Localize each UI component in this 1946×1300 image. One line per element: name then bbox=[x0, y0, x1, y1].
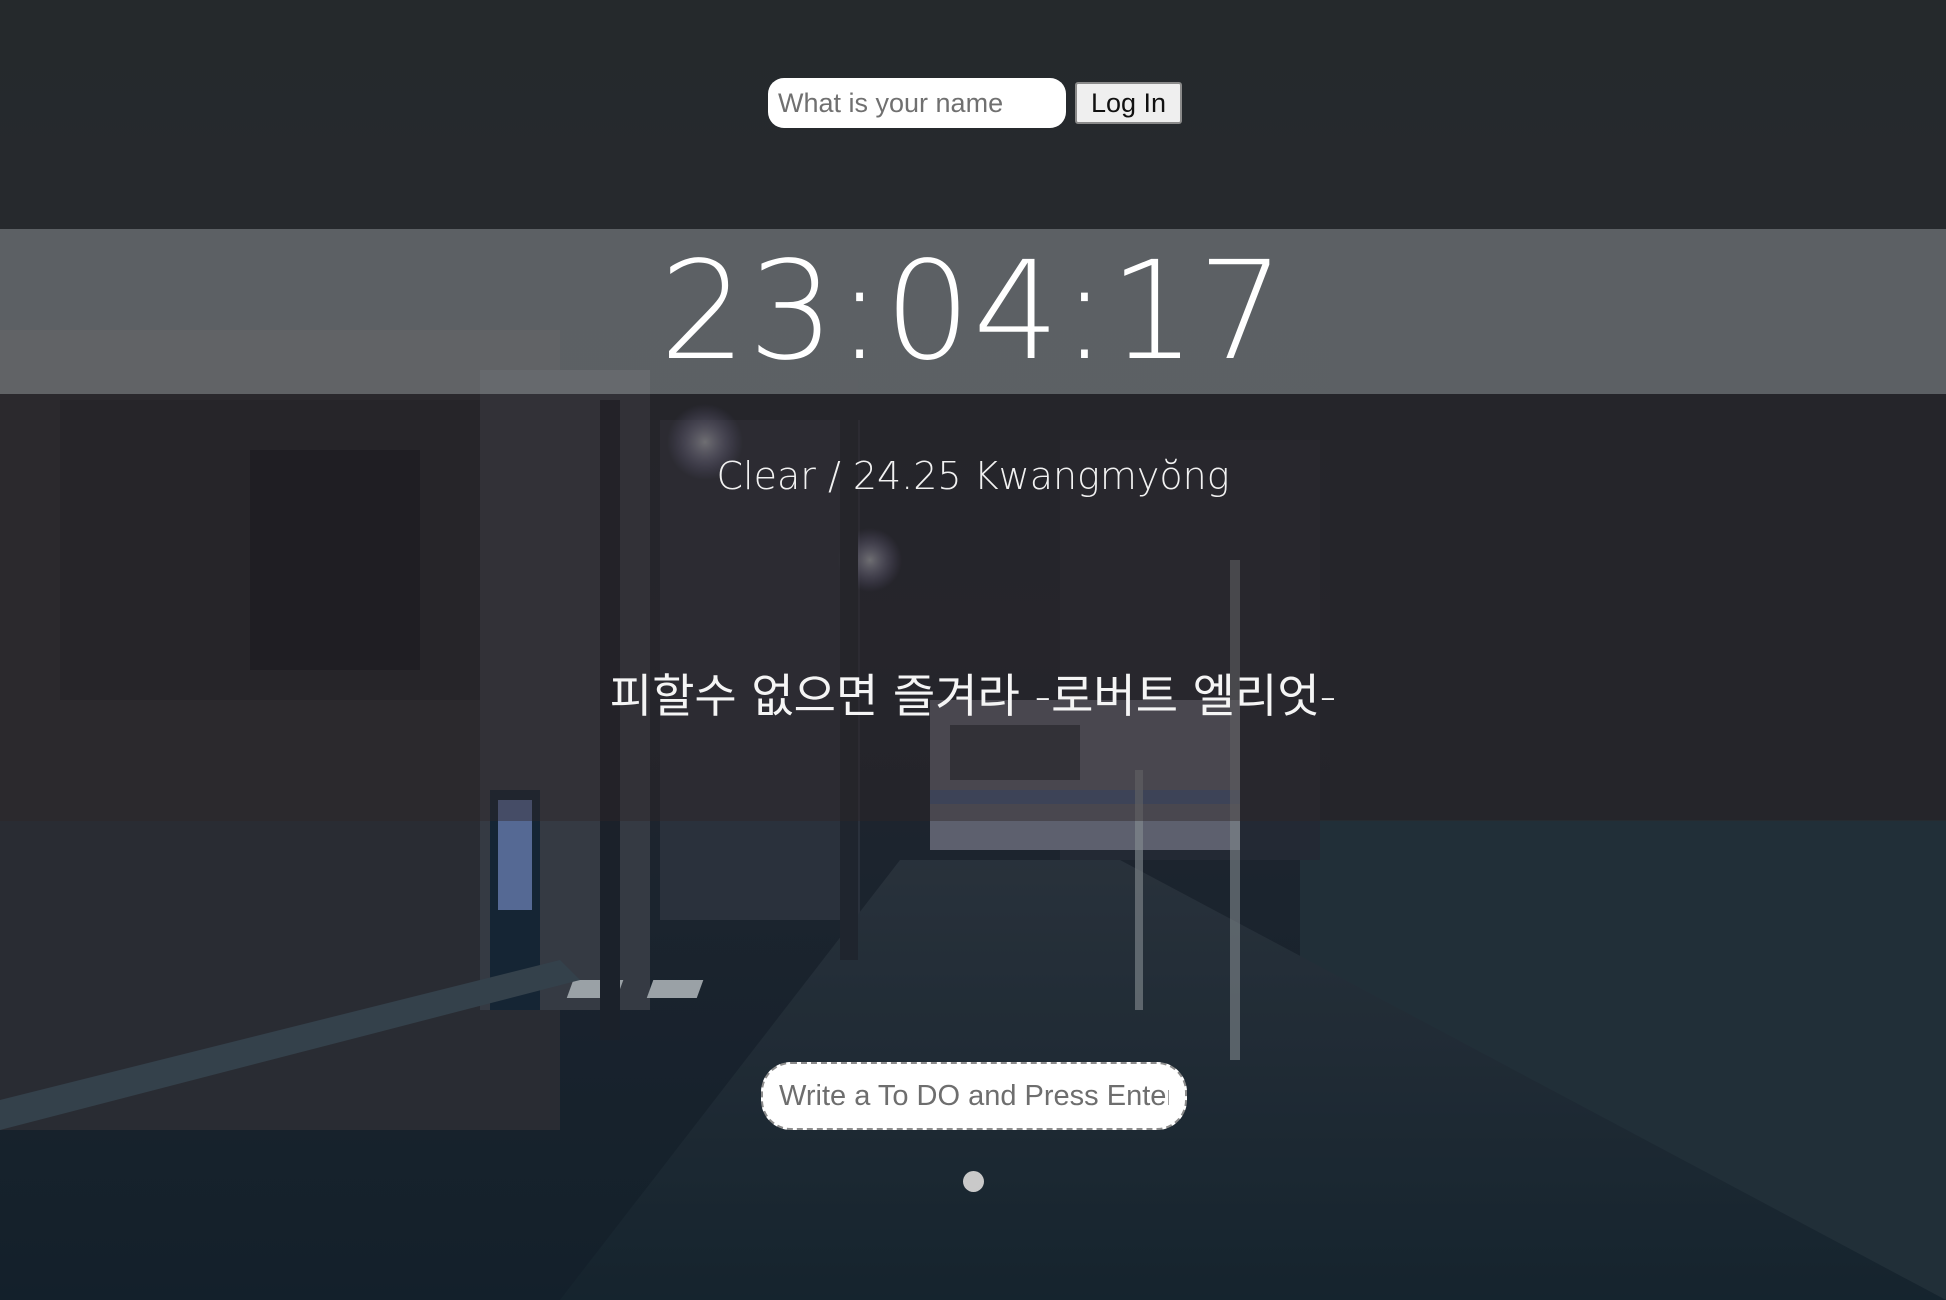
bottom-overlay bbox=[0, 821, 1946, 1300]
todo-input[interactable] bbox=[761, 1062, 1187, 1130]
login-button[interactable]: Log In bbox=[1075, 82, 1183, 124]
name-input[interactable] bbox=[768, 78, 1066, 128]
todo-form bbox=[761, 1062, 1187, 1130]
clock-time: 23:04:17 bbox=[659, 232, 1287, 391]
weather-info: Clear / 24.25 Kwangmyŏng bbox=[716, 454, 1230, 498]
app-screen: Log In 23:04:17 Clear / 24.25 Kwangmyŏng… bbox=[0, 0, 1946, 1300]
quote-text: 피할수 없으면 즐겨라 -로버트 엘리엇- bbox=[609, 669, 1337, 723]
todo-list-indicator bbox=[963, 1171, 984, 1192]
login-form: Log In bbox=[768, 78, 1183, 128]
